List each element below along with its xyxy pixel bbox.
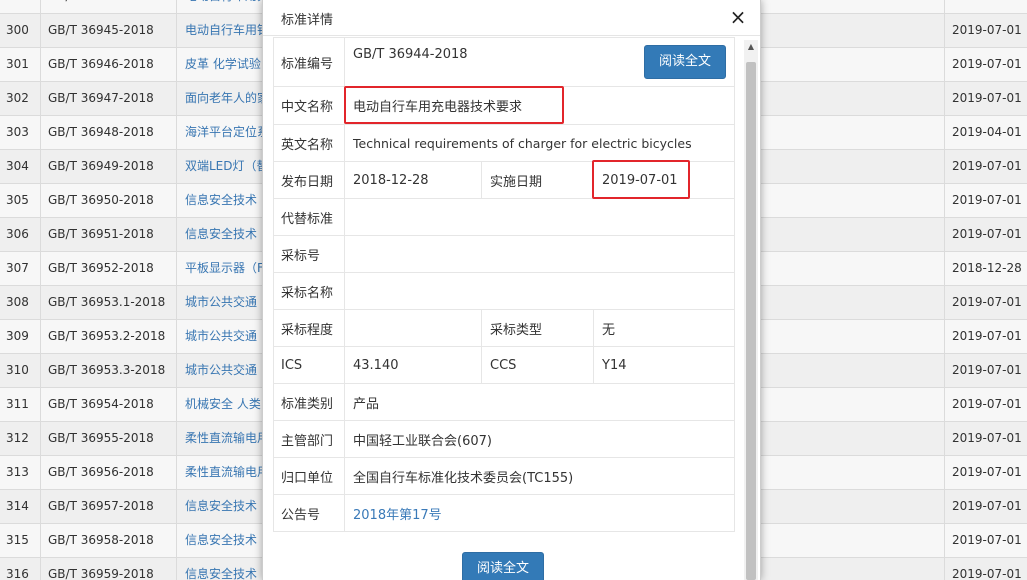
row-replace: 代替标准 xyxy=(273,199,735,236)
value-replace xyxy=(345,199,735,235)
standard-detail-modal: 标准详情 × 标准编号 GB/T 36944-2018 阅读全文 中文名称 电动… xyxy=(262,0,761,580)
row-adopt-name: 采标名称 xyxy=(273,273,735,310)
label-cn-name: 中文名称 xyxy=(273,87,345,124)
read-full-text-button-top[interactable]: 阅读全文 xyxy=(644,45,726,79)
row-category: 标准类别 产品 xyxy=(273,384,735,421)
value-unit: 全国自行车标准化技术委员会(TC155) xyxy=(353,470,574,486)
value-notice-link[interactable]: 2018年第17号 xyxy=(345,495,735,531)
row-adopt-degree: 采标程度 采标类型 无 xyxy=(273,310,735,347)
value-en-name: Technical requirements of charger for el… xyxy=(353,135,692,151)
row-std-no: 标准编号 GB/T 36944-2018 阅读全文 xyxy=(273,37,735,87)
label-std-no: 标准编号 xyxy=(273,38,345,86)
row-unit: 归口单位 全国自行车标准化技术委员会(TC155) xyxy=(273,458,735,495)
value-ccs: Y14 xyxy=(602,357,627,373)
modal-header: 标准详情 × xyxy=(263,0,760,36)
label-dept: 主管部门 xyxy=(273,421,345,457)
label-ics: ICS xyxy=(273,347,345,383)
label-category: 标准类别 xyxy=(273,384,345,420)
read-full-text-button-bottom[interactable]: 阅读全文 xyxy=(462,552,544,580)
label-publish-date: 发布日期 xyxy=(273,162,345,198)
table-border xyxy=(734,37,735,532)
label-en-name: 英文名称 xyxy=(273,125,345,161)
label-ccs: CCS xyxy=(482,347,594,383)
value-cn-name: 电动自行车用充电器技术要求 xyxy=(353,100,523,115)
row-dept: 主管部门 中国轻工业联合会(607) xyxy=(273,421,735,458)
close-icon[interactable]: × xyxy=(728,6,748,28)
modal-scrollbar[interactable]: ▲ xyxy=(744,40,758,580)
value-ics: 43.140 xyxy=(345,347,482,383)
label-replace: 代替标准 xyxy=(273,199,345,235)
label-adopt-type: 采标类型 xyxy=(482,310,594,346)
label-adopt-degree: 采标程度 xyxy=(273,310,345,346)
value-category: 产品 xyxy=(353,396,380,412)
row-cn-name: 中文名称 电动自行车用充电器技术要求 xyxy=(273,87,735,125)
row-adopt-no: 采标号 xyxy=(273,236,735,273)
label-adopt-no: 采标号 xyxy=(273,236,345,272)
row-ics-ccs: ICS 43.140 CCS Y14 xyxy=(273,347,735,384)
modal-title: 标准详情 xyxy=(281,13,334,28)
table-border xyxy=(273,37,274,532)
label-unit: 归口单位 xyxy=(273,458,345,494)
label-adopt-name: 采标名称 xyxy=(273,273,345,309)
value-adopt-type: 无 xyxy=(602,322,616,338)
value-adopt-no xyxy=(345,236,735,272)
row-en-name: 英文名称 Technical requirements of charger f… xyxy=(273,125,735,162)
value-adopt-degree xyxy=(345,310,482,346)
value-dept: 中国轻工业联合会(607) xyxy=(353,433,492,449)
value-publish-date: 2018-12-28 xyxy=(345,162,482,198)
scroll-up-arrow-icon[interactable]: ▲ xyxy=(744,40,758,54)
row-notice: 公告号 2018年第17号 xyxy=(273,495,735,532)
label-impl-date: 实施日期 xyxy=(482,162,594,198)
value-impl-date: 2019-07-01 xyxy=(602,172,678,188)
row-dates: 发布日期 2018-12-28 实施日期 2019-07-01 xyxy=(273,162,735,199)
scroll-thumb[interactable] xyxy=(746,62,756,580)
value-adopt-name xyxy=(345,273,735,309)
label-notice: 公告号 xyxy=(273,495,345,531)
